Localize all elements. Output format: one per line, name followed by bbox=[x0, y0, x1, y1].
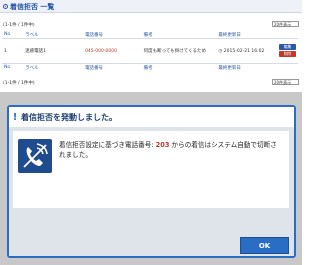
row-actions: 編集 削除 bbox=[277, 39, 298, 64]
clock-icon: ◷ bbox=[218, 48, 223, 54]
col-no-footer[interactable]: No bbox=[2, 63, 24, 71]
edit-button[interactable]: 編集 bbox=[279, 44, 296, 50]
dot-icon bbox=[3, 4, 8, 9]
list-title-text: 着信拒否 一覧 bbox=[10, 2, 55, 11]
col-no[interactable]: No bbox=[2, 31, 24, 39]
table-footer-row: No ラベル 電話番号 備考 最終更新日 bbox=[2, 63, 298, 71]
delete-button[interactable]: 削除 bbox=[279, 51, 296, 57]
table-row: 1 迷惑電話1 045-000-0000 何度も断っても掛けてくるため ◷ 20… bbox=[2, 39, 298, 64]
phone-blocked-icon bbox=[18, 139, 52, 173]
row-phone: 045-000-0000 bbox=[85, 48, 117, 54]
reject-table: No ラベル 電話番号 備考 最終更新日 1 迷惑電話1 045-000-000… bbox=[2, 31, 298, 71]
modal-title: 着信拒否を発動しました。 bbox=[21, 112, 117, 122]
modal-body: 着信拒否設定に基づき電話番号: 203 からの着信はシステム自動で切断されました… bbox=[9, 127, 294, 256]
col-label-footer[interactable]: ラベル bbox=[23, 63, 84, 71]
list-title: 着信拒否 一覧 bbox=[3, 1, 54, 12]
range-text-top: (1-1件 / 1件中) bbox=[3, 23, 35, 28]
modal-header: ! 着信拒否を発動しました。 bbox=[9, 107, 294, 127]
modal-message: 着信拒否設定に基づき電話番号: 203 からの着信はシステム自動で切断されました… bbox=[59, 141, 277, 159]
range-text-bottom: (1-1件 / 1件中) bbox=[3, 81, 35, 86]
col-label[interactable]: ラベル bbox=[23, 31, 84, 39]
row-note: 何度も断っても掛けてくるため bbox=[143, 49, 206, 54]
col-phone-footer[interactable]: 電話番号 bbox=[83, 63, 142, 71]
row-label: 迷惑電話1 bbox=[25, 49, 46, 54]
col-note-footer[interactable]: 備考 bbox=[141, 63, 217, 71]
per-page-select-top[interactable]: 20件表示 bbox=[272, 21, 299, 27]
col-phone[interactable]: 電話番号 bbox=[83, 31, 142, 39]
per-page-select-bottom[interactable]: 20件表示 bbox=[272, 79, 299, 85]
alert-modal: ! 着信拒否を発動しました。 着信拒否設定に基づき電話番号: 203 からの着信… bbox=[7, 105, 296, 258]
col-updated[interactable]: 最終更新日 bbox=[216, 31, 277, 39]
exclamation-icon: ! bbox=[12, 111, 18, 123]
col-note[interactable]: 備考 bbox=[141, 31, 217, 39]
row-no: 1 bbox=[4, 48, 7, 54]
col-updated-footer[interactable]: 最終更新日 bbox=[216, 63, 277, 71]
list-panel-header: 着信拒否 一覧 bbox=[0, 0, 302, 13]
ok-button[interactable]: OK bbox=[240, 237, 289, 254]
message-box: 着信拒否設定に基づき電話番号: 203 からの着信はシステム自動で切断されました… bbox=[13, 131, 289, 208]
row-updated: ◷ 2015-02-21 16:02 bbox=[218, 48, 265, 54]
table-header-row: No ラベル 電話番号 備考 最終更新日 bbox=[2, 31, 298, 39]
blocked-number: 203 bbox=[155, 141, 170, 149]
